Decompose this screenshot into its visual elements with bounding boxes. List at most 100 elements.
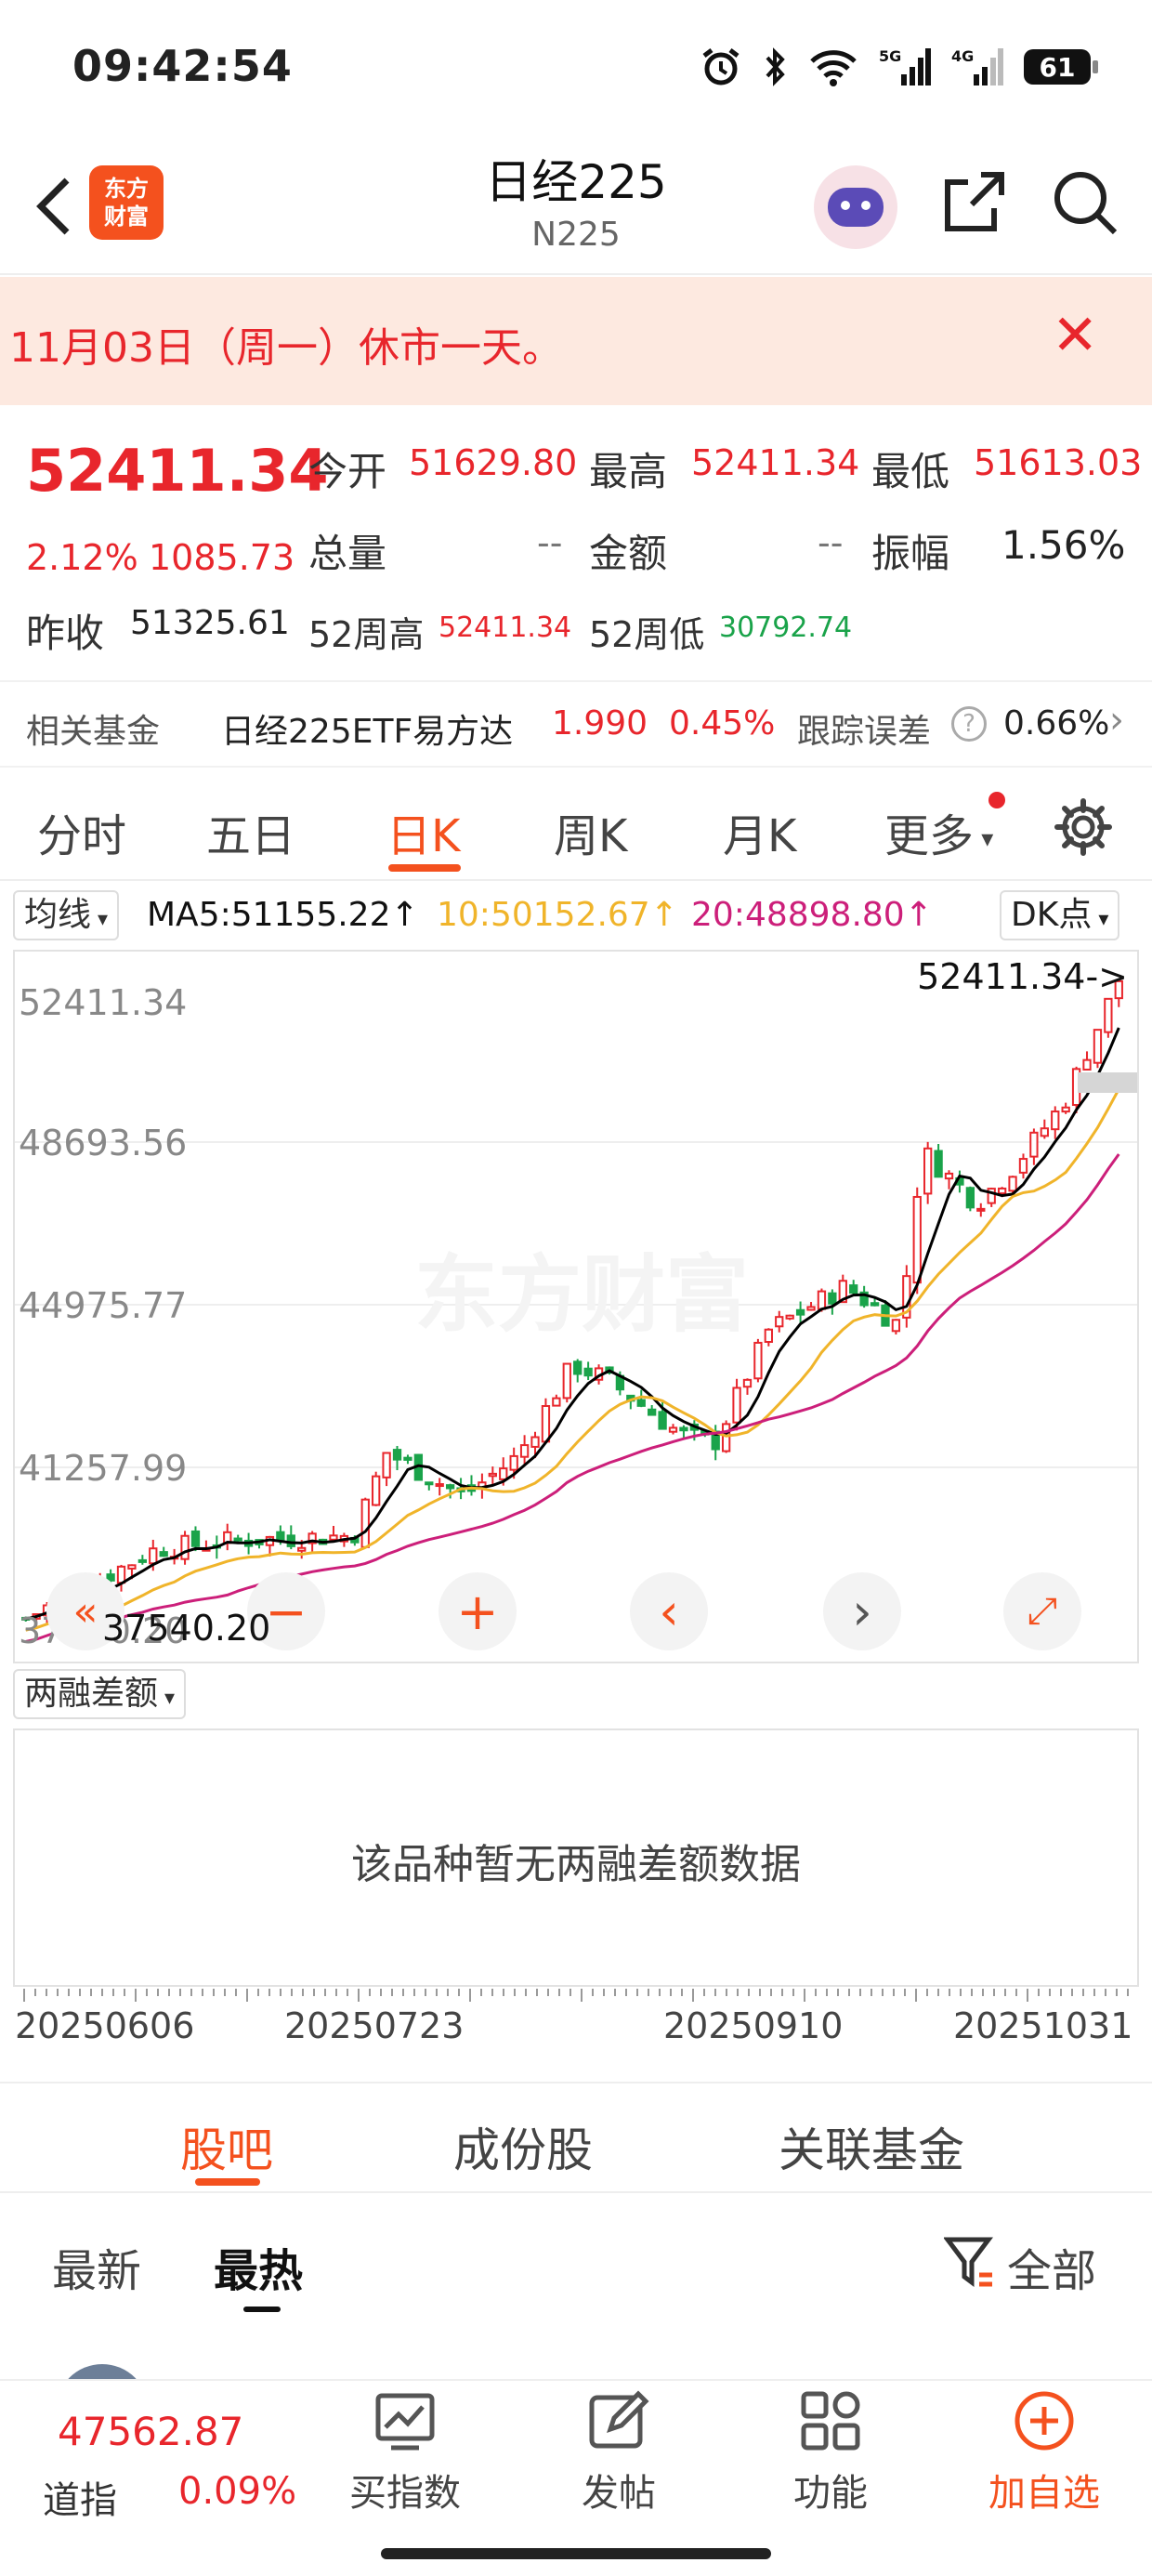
settings-gear-icon[interactable] xyxy=(1054,797,1113,857)
candle-body xyxy=(753,1341,763,1380)
margin-selector[interactable]: 两融差额 ▾ xyxy=(13,1669,187,1719)
caret-down-icon: ▾ xyxy=(1092,908,1109,931)
candle-body xyxy=(562,1362,571,1400)
current-price: 52411.34 xyxy=(26,437,329,505)
candle-body xyxy=(519,1444,530,1458)
tracking-error-value: 0.66% xyxy=(1003,704,1110,743)
ticker-price[interactable]: 47562.87 xyxy=(58,2409,243,2454)
candle-body xyxy=(806,1306,816,1311)
ticker-name: 道指 xyxy=(43,2479,117,2522)
candle-body xyxy=(286,1534,295,1547)
candle-body xyxy=(934,1150,943,1178)
nav-post[interactable]: 发帖 xyxy=(535,2388,702,2517)
open-label: 今开 xyxy=(308,449,387,494)
candle-body xyxy=(965,1187,975,1209)
related-fund-row[interactable]: 相关基金 日经225ETF易方达 1.990 0.45% 跟踪误差 ? 0.66… xyxy=(0,680,1152,768)
dk-point-button[interactable]: DK点 ▾ xyxy=(1000,890,1120,940)
candle-body xyxy=(775,1316,784,1328)
filter-icon[interactable] xyxy=(944,2234,996,2290)
back-icon[interactable] xyxy=(26,169,82,243)
candle-body xyxy=(1082,1058,1092,1071)
candle-body xyxy=(679,1426,688,1432)
no-data-text: 该品种暂无两融差额数据 xyxy=(351,1841,801,1888)
prev-close-label: 昨收 xyxy=(26,611,105,656)
change-amount: 1085.73 xyxy=(149,537,295,578)
tab-more[interactable]: 更多 ▾ xyxy=(884,799,993,864)
candle-body xyxy=(127,1564,137,1570)
candle-body xyxy=(233,1537,242,1542)
chart-trend-icon xyxy=(375,2393,435,2451)
watermark: 东方财富 xyxy=(414,1246,749,1344)
x-label-3: 20250910 xyxy=(663,2005,844,2046)
y-tick-label: 48693.56 xyxy=(19,1123,187,1163)
feed-tab-latest[interactable]: 最新 xyxy=(52,2234,141,2299)
candle-body xyxy=(764,1328,773,1344)
candle-body xyxy=(636,1399,646,1407)
candle-body xyxy=(573,1360,583,1375)
edit-icon xyxy=(589,2390,649,2449)
candle-body xyxy=(1104,997,1113,1033)
svg-text:4G: 4G xyxy=(951,47,974,65)
search-icon[interactable] xyxy=(1050,167,1120,238)
candle-body xyxy=(732,1387,741,1424)
tab-constituents[interactable]: 成份股 xyxy=(453,2113,593,2180)
filter-label[interactable]: 全部 xyxy=(1007,2234,1096,2299)
share-icon[interactable] xyxy=(938,167,1009,238)
candlestick-svg: 东方财富 52411.34 48693.56 44975.77 41257.99 375… xyxy=(15,956,1137,1651)
tab-minute[interactable]: 分时 xyxy=(37,799,126,864)
scroll-right-button[interactable]: › xyxy=(823,1572,901,1650)
zoom-in-button[interactable]: + xyxy=(439,1572,517,1650)
volume-value: -- xyxy=(537,522,563,563)
caret-down-icon: ▾ xyxy=(974,825,994,853)
tab-five-day[interactable]: 五日 xyxy=(206,799,295,864)
nav-add-watchlist[interactable]: 加自选 xyxy=(961,2388,1128,2517)
feed-tab-hot[interactable]: 最热 xyxy=(214,2234,303,2299)
candle-body xyxy=(1029,1131,1039,1158)
y-tick-label: 52411.34 xyxy=(19,982,187,1023)
low-label: 最低 xyxy=(871,449,950,494)
tab-daily-k[interactable]: 日K xyxy=(386,799,460,864)
fund-name: 日经225ETF易方达 xyxy=(221,713,514,751)
tab-weekly-k[interactable]: 周K xyxy=(554,799,627,864)
ma10-value: 10:50152.67↑ xyxy=(437,896,678,934)
fullscreen-expand-icon[interactable]: ⤢ xyxy=(1003,1572,1081,1650)
ma-selector[interactable]: 均线 ▾ xyxy=(13,890,120,940)
tab-monthly-k[interactable]: 月K xyxy=(723,799,796,864)
notice-banner: 11月03日（周一）休市一天。 ✕ xyxy=(0,277,1152,405)
tab-related-funds[interactable]: 关联基金 xyxy=(779,2113,964,2180)
amplitude-value: 1.56% xyxy=(1001,522,1126,568)
candle-body xyxy=(276,1531,285,1541)
nav-functions[interactable]: 功能 xyxy=(747,2388,914,2517)
nav-buy-index[interactable]: 买指数 xyxy=(321,2388,489,2517)
home-indicator xyxy=(381,2548,771,2559)
candle-body xyxy=(795,1308,805,1316)
page-subtitle: N225 xyxy=(531,216,621,254)
candle-body xyxy=(137,1558,148,1563)
status-icons: 5G 4G 61 xyxy=(700,39,1098,95)
candle-body xyxy=(382,1452,391,1479)
status-time: 09:42:54 xyxy=(72,41,293,91)
candle-body xyxy=(912,1195,922,1284)
assistant-avatar-icon[interactable] xyxy=(814,165,897,249)
wifi-icon xyxy=(810,50,857,86)
candle-body xyxy=(488,1472,497,1478)
help-icon[interactable]: ? xyxy=(951,706,987,742)
candle-body xyxy=(849,1284,858,1295)
bottom-nav: 47562.87 道指 0.09% 买指数 发帖 功能 加自选 xyxy=(0,2379,1152,2576)
ma-selector-label: 均线 xyxy=(24,896,92,934)
candle-body xyxy=(648,1408,657,1416)
close-icon[interactable]: ✕ xyxy=(1052,303,1098,368)
candle-body xyxy=(785,1314,794,1320)
candle-body xyxy=(828,1292,837,1305)
tab-guba[interactable]: 股吧 xyxy=(180,2113,273,2180)
candle-body xyxy=(976,1207,986,1212)
week52-low-value: 30792.74 xyxy=(719,611,853,644)
bluetooth-icon xyxy=(766,47,785,86)
caret-down-icon: ▾ xyxy=(158,1687,176,1710)
candle-body xyxy=(329,1534,338,1541)
app-logo[interactable]: 东方 财富 xyxy=(89,165,164,240)
candlestick-chart[interactable]: 东方财富 52411.34 48693.56 44975.77 41257.99 375… xyxy=(13,950,1139,1663)
candle-body xyxy=(742,1378,753,1388)
candle-body xyxy=(552,1397,561,1407)
scroll-left-button[interactable]: ‹ xyxy=(630,1572,708,1650)
